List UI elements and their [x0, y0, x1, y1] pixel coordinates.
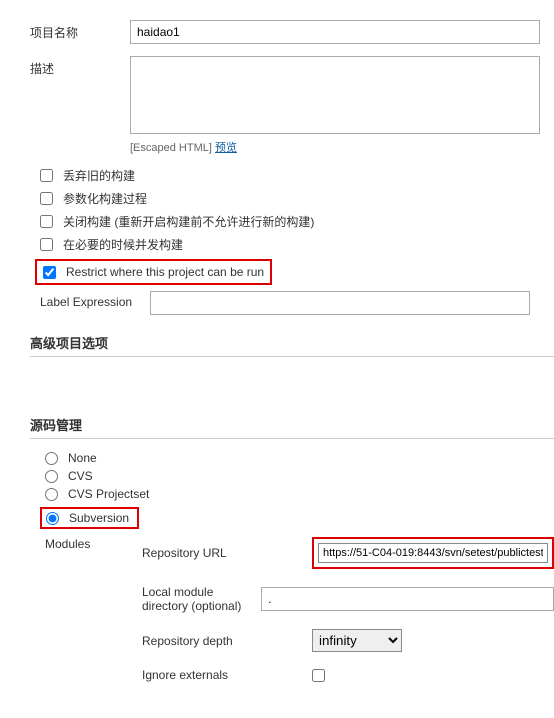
- description-textarea[interactable]: [130, 56, 540, 134]
- label-expression-label: Label Expression: [40, 291, 150, 309]
- local-dir-input[interactable]: [261, 587, 554, 611]
- scm-subversion-radio[interactable]: [46, 512, 59, 525]
- project-name-input[interactable]: [130, 20, 540, 44]
- scm-cvs-label: CVS: [68, 469, 93, 483]
- scm-subversion-label: Subversion: [69, 511, 129, 525]
- close-build-checkbox[interactable]: [40, 215, 53, 228]
- repo-url-input[interactable]: [318, 543, 548, 563]
- restrict-checkbox[interactable]: [43, 266, 56, 279]
- discard-old-checkbox[interactable]: [40, 169, 53, 182]
- description-label: 描述: [30, 56, 130, 77]
- restrict-label: Restrict where this project can be run: [66, 265, 264, 279]
- repo-depth-select[interactable]: infinity: [312, 629, 402, 652]
- concurrent-checkbox[interactable]: [40, 238, 53, 251]
- escaped-html-text: [Escaped HTML]: [130, 142, 212, 154]
- project-name-label: 项目名称: [30, 20, 130, 41]
- advanced-options-heading: 高级项目选项: [30, 333, 554, 357]
- local-dir-label: Local module directory (optional): [142, 585, 261, 613]
- subversion-highlight-box: Subversion: [40, 507, 139, 529]
- preview-link[interactable]: 预览: [215, 142, 237, 154]
- modules-label: Modules: [45, 537, 142, 551]
- concurrent-label: 在必要的时候并发构建: [63, 236, 183, 253]
- label-expression-input[interactable]: [150, 291, 530, 315]
- param-build-checkbox[interactable]: [40, 192, 53, 205]
- ignore-externals-label: Ignore externals: [142, 668, 312, 682]
- close-build-label: 关闭构建 (重新开启构建前不允许进行新的构建): [63, 213, 314, 230]
- discard-old-label: 丢弃旧的构建: [63, 167, 135, 184]
- scm-none-label: None: [68, 451, 97, 465]
- scm-none-radio[interactable]: [45, 452, 58, 465]
- scm-cvs-radio[interactable]: [45, 470, 58, 483]
- scm-heading: 源码管理: [30, 415, 554, 439]
- restrict-highlight-box: Restrict where this project can be run: [35, 259, 272, 285]
- repo-url-label: Repository URL: [142, 546, 312, 560]
- repo-url-highlight-box: [312, 537, 554, 569]
- param-build-label: 参数化构建过程: [63, 190, 147, 207]
- scm-cvsprojectset-label: CVS Projectset: [68, 487, 149, 501]
- repo-depth-label: Repository depth: [142, 634, 312, 648]
- scm-cvsprojectset-radio[interactable]: [45, 488, 58, 501]
- ignore-externals-checkbox[interactable]: [312, 669, 325, 682]
